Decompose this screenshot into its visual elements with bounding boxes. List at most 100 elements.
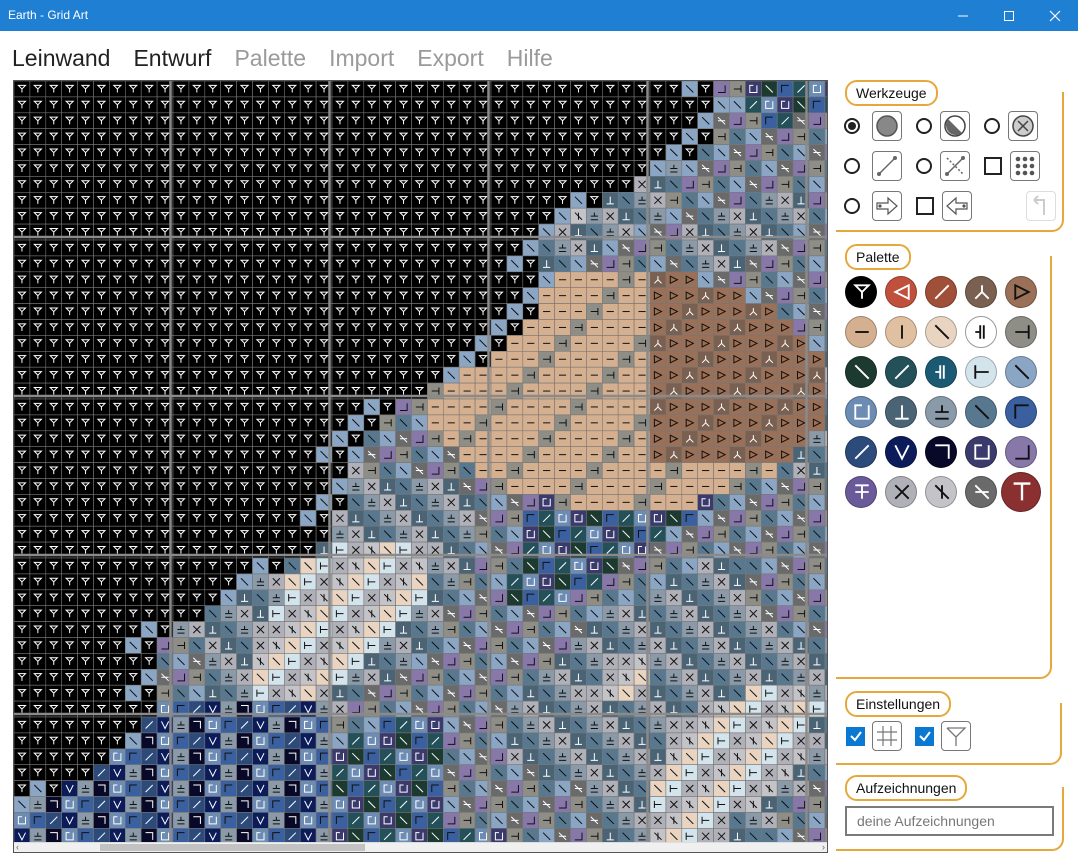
grid-cell[interactable]	[490, 827, 508, 843]
menu-leinwand[interactable]: Leinwand	[12, 40, 110, 76]
grid-cell[interactable]	[236, 398, 253, 416]
grid-cell[interactable]	[760, 96, 778, 114]
grid-cell[interactable]	[283, 350, 301, 368]
grid-cell[interactable]	[236, 827, 253, 843]
grid-cell[interactable]	[379, 494, 396, 511]
grid-cell[interactable]	[808, 653, 826, 670]
grid-cell[interactable]	[77, 430, 94, 447]
grid-cell[interactable]	[681, 319, 698, 336]
grid-cell[interactable]	[299, 462, 317, 479]
grid-cell[interactable]	[538, 144, 555, 161]
grid-cell[interactable]	[776, 287, 794, 304]
grid-cell[interactable]	[77, 446, 94, 463]
grid-cell[interactable]	[729, 716, 746, 734]
grid-cell[interactable]	[172, 366, 190, 384]
palette-swatch[interactable]	[965, 436, 997, 468]
grid-cell[interactable]	[61, 128, 78, 145]
grid-cell[interactable]	[760, 668, 778, 686]
grid-cell[interactable]	[379, 207, 396, 225]
grid-cell[interactable]	[268, 160, 285, 177]
grid-cell[interactable]	[427, 96, 444, 114]
grid-cell[interactable]	[554, 812, 571, 829]
grid-cell[interactable]	[236, 589, 253, 606]
grid-cell[interactable]	[109, 287, 126, 304]
grid-cell[interactable]	[649, 716, 667, 734]
grid-cell[interactable]	[697, 255, 714, 273]
grid-cell[interactable]	[140, 303, 158, 320]
grid-cell[interactable]	[586, 271, 603, 289]
grid-cell[interactable]	[522, 144, 539, 161]
grid-cell[interactable]	[220, 525, 237, 543]
grid-cell[interactable]	[14, 462, 31, 479]
grid-cell[interactable]	[283, 796, 301, 813]
grid-cell[interactable]	[395, 335, 412, 352]
grid-cell[interactable]	[808, 96, 826, 114]
grid-cell[interactable]	[617, 160, 635, 177]
grid-cell[interactable]	[808, 668, 826, 686]
grid-cell[interactable]	[681, 812, 698, 829]
grid-cell[interactable]	[427, 494, 444, 511]
grid-cell[interactable]	[427, 303, 444, 320]
grid-cell[interactable]	[490, 176, 508, 193]
grid-cell[interactable]	[697, 319, 714, 336]
grid-cell[interactable]	[220, 303, 237, 320]
grid-cell[interactable]	[665, 128, 683, 145]
grid-cell[interactable]	[299, 319, 317, 336]
grid-cell[interactable]	[538, 621, 555, 638]
grid-cell[interactable]	[14, 637, 31, 654]
grid-cell[interactable]	[681, 446, 698, 463]
grid-cell[interactable]	[93, 446, 110, 463]
grid-cell[interactable]	[283, 780, 301, 797]
grid-cell[interactable]	[61, 271, 78, 289]
grid-cell[interactable]	[172, 621, 190, 638]
grid-cell[interactable]	[681, 96, 698, 114]
grid-cell[interactable]	[745, 446, 762, 463]
grid-cell[interactable]	[665, 668, 683, 686]
grid-cell[interactable]	[697, 494, 714, 511]
grid-cell[interactable]	[109, 430, 126, 447]
grid-cell[interactable]	[140, 207, 158, 225]
grid-cell[interactable]	[570, 128, 587, 145]
grid-cell[interactable]	[411, 684, 428, 702]
notes-input[interactable]: deine Aufzeichnungen	[845, 806, 1054, 836]
grid-cell[interactable]	[125, 462, 142, 479]
grid-cell[interactable]	[760, 621, 778, 638]
grid-cell[interactable]	[109, 207, 126, 225]
grid-cell[interactable]	[252, 207, 269, 225]
grid-cell[interactable]	[824, 207, 827, 225]
grid-cell[interactable]	[649, 271, 667, 289]
grid-cell[interactable]	[125, 160, 142, 177]
grid-cell[interactable]	[665, 478, 683, 495]
grid-cell[interactable]	[236, 128, 253, 145]
grid-cell[interactable]	[458, 525, 476, 543]
palette-swatch[interactable]	[965, 356, 997, 388]
grid-cell[interactable]	[745, 128, 762, 145]
palette-swatch[interactable]	[845, 436, 877, 468]
grid-cell[interactable]	[617, 335, 635, 352]
grid-cell[interactable]	[45, 128, 62, 145]
grid-cell[interactable]	[538, 176, 555, 193]
grid-cell[interactable]	[490, 764, 508, 781]
grid-cell[interactable]	[570, 144, 587, 161]
grid-cell[interactable]	[442, 684, 460, 702]
grid-cell[interactable]	[538, 764, 555, 781]
grid-cell[interactable]	[140, 430, 158, 447]
grid-cell[interactable]	[188, 271, 206, 289]
grid-cell[interactable]	[745, 255, 762, 273]
grid-cell[interactable]	[745, 525, 762, 543]
grid-cell[interactable]	[601, 446, 619, 463]
grid-cell[interactable]	[347, 812, 365, 829]
grid-cell[interactable]	[808, 430, 826, 447]
grid-cell[interactable]	[172, 81, 190, 98]
grid-cell[interactable]	[268, 144, 285, 161]
grid-cell[interactable]	[649, 239, 667, 257]
grid-cell[interactable]	[188, 525, 206, 543]
grid-cell[interactable]	[570, 239, 587, 257]
grid-cell[interactable]	[188, 589, 206, 606]
grid-cell[interactable]	[506, 764, 524, 781]
grid-cell[interactable]	[283, 128, 301, 145]
grid-cell[interactable]	[427, 621, 444, 638]
grid-cell[interactable]	[586, 366, 603, 384]
grid-cell[interactable]	[363, 573, 380, 591]
grid-cell[interactable]	[649, 589, 667, 606]
